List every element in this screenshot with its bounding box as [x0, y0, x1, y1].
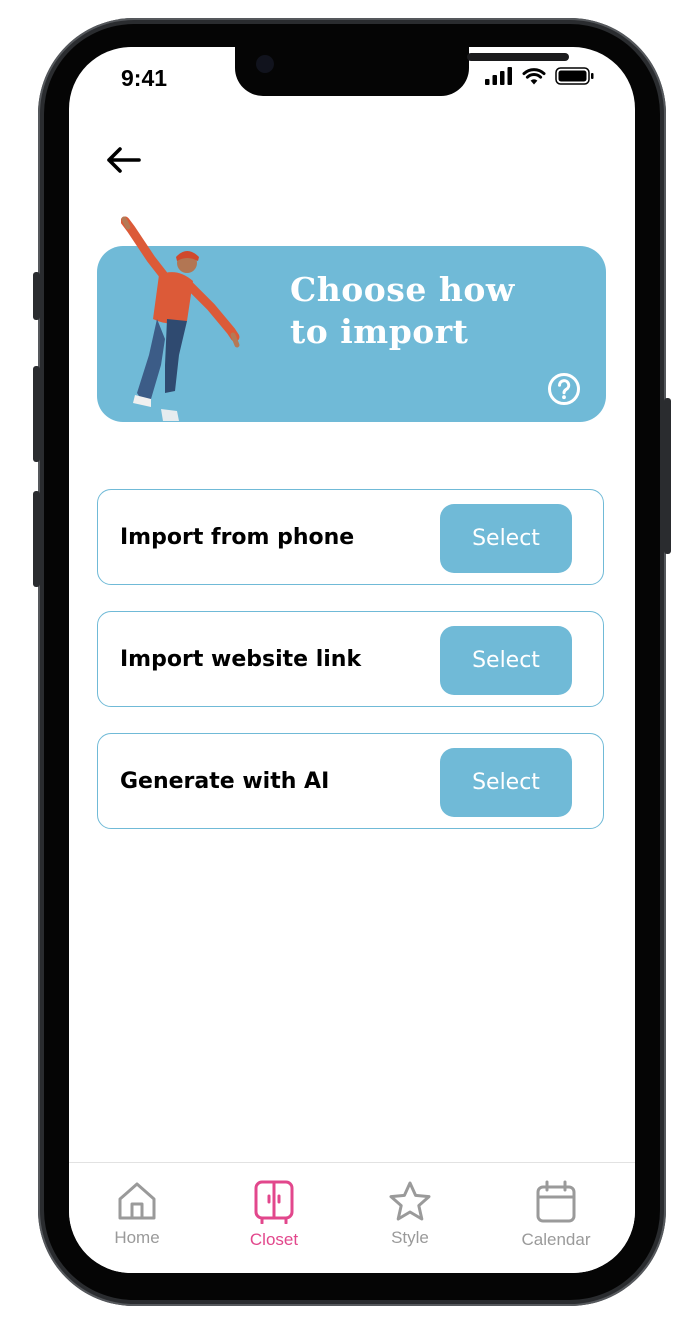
dancing-person-illustration: [121, 216, 240, 421]
star-icon: [389, 1181, 431, 1221]
option-label: Import from phone: [120, 524, 355, 550]
tab-label: Home: [114, 1228, 160, 1247]
option-label: Generate with AI: [120, 768, 330, 794]
closet-icon: [254, 1180, 294, 1224]
tab-style[interactable]: Style: [350, 1163, 470, 1263]
select-button[interactable]: Select: [440, 748, 572, 817]
tab-label: Calendar: [521, 1230, 591, 1249]
signal-icon: [485, 67, 512, 85]
arrow-left-icon: [107, 147, 141, 173]
select-button[interactable]: Select: [440, 504, 572, 573]
hero-title-line1: Choose how: [290, 270, 515, 309]
tab-label: Closet: [249, 1230, 299, 1249]
status-icons: [485, 67, 595, 85]
home-icon: [118, 1182, 156, 1220]
option-generate-with-ai: Generate with AI Select: [97, 733, 604, 829]
calendar-icon: [536, 1180, 576, 1223]
battery-icon: [555, 67, 594, 85]
hero-title: Choose how to import: [290, 269, 560, 353]
volume-up-button: [33, 366, 40, 462]
back-button[interactable]: [103, 143, 143, 177]
tab-closet[interactable]: Closet: [214, 1163, 334, 1263]
speaker: [467, 53, 569, 61]
camera-icon: [256, 55, 274, 73]
tab-home[interactable]: Home: [77, 1163, 197, 1263]
notch: [235, 47, 569, 96]
option-import-website-link: Import website link Select: [97, 611, 604, 707]
volume-down-button: [33, 491, 40, 587]
question-circle-icon[interactable]: [547, 372, 581, 406]
option-label: Import website link: [120, 646, 362, 672]
tab-label: Style: [391, 1228, 429, 1247]
status-time: 9:41: [121, 65, 168, 91]
bottom-tab-bar: Home Closet Style Calendar: [69, 1162, 635, 1273]
app-screen: 9:41 Choose how to import Import from ph…: [69, 47, 635, 1273]
option-import-from-phone: Import from phone Select: [97, 489, 604, 585]
hero-title-line2: to import: [290, 312, 469, 351]
wifi-icon: [522, 68, 546, 85]
select-button[interactable]: Select: [440, 626, 572, 695]
power-button: [664, 398, 671, 554]
tab-calendar[interactable]: Calendar: [496, 1163, 616, 1263]
mute-switch: [33, 272, 40, 320]
